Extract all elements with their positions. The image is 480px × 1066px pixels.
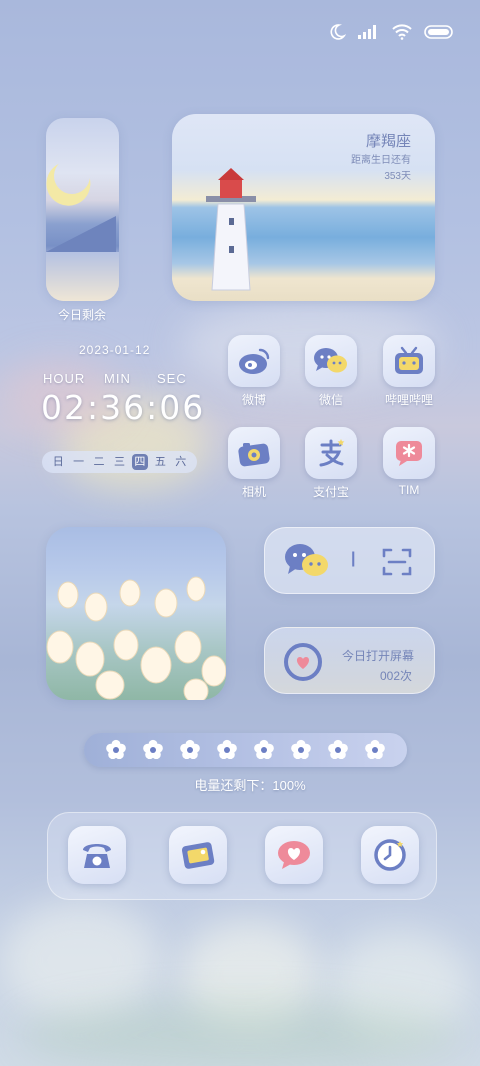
- tim-label: TIM: [398, 483, 420, 497]
- flower-icon: [217, 739, 237, 760]
- clock-time: 02:36:06: [41, 388, 206, 427]
- wechat-scan-widget[interactable]: |: [264, 527, 435, 594]
- weekday-mon: 一: [73, 456, 85, 468]
- sec-label: SEC: [157, 371, 187, 386]
- tim-icon: [396, 441, 422, 466]
- clock-icon: [374, 839, 406, 871]
- wechat-label: 微信: [318, 393, 343, 407]
- signal-icon: [358, 25, 380, 39]
- phone-icon: [83, 844, 111, 868]
- weibo-icon: [239, 348, 270, 374]
- weekday-fri: 五: [154, 456, 166, 468]
- wifi-icon: [392, 24, 412, 40]
- weekday-tue: 二: [93, 456, 105, 468]
- countdown-label: 今日剩余: [57, 308, 106, 322]
- screen-counter-count: 002次: [379, 669, 412, 683]
- moon-countdown-widget[interactable]: [46, 118, 119, 301]
- sign-title: 摩羯座: [365, 133, 411, 150]
- battery-flower-bar: [84, 733, 407, 767]
- moon-illustration: [49, 153, 95, 199]
- wechat-icon: [314, 348, 347, 373]
- heart-message-icon: [278, 841, 310, 869]
- bg-flowers-1: [0, 900, 160, 1020]
- lighthouse-widget[interactable]: 摩羯座 距离生日还有 353天: [172, 114, 435, 301]
- tim-app[interactable]: [383, 427, 435, 479]
- min-label: MIN: [104, 371, 131, 386]
- tulips-illustration: [46, 576, 226, 700]
- bilibili-app[interactable]: [383, 335, 435, 387]
- flower-icon: [327, 739, 348, 760]
- scan-icon[interactable]: [381, 546, 413, 578]
- weekday-sat: 六: [175, 456, 187, 468]
- flower-icon: [143, 739, 164, 760]
- flower-icon: [180, 739, 201, 760]
- gallery-icon: [181, 842, 215, 869]
- phone-app[interactable]: [68, 826, 126, 884]
- screen-counter-title: 今日打开屏幕: [341, 649, 414, 663]
- clock-date: 2023-01-12: [79, 343, 151, 357]
- birthday-days: 353天: [384, 171, 411, 182]
- clock-app[interactable]: [361, 826, 419, 884]
- flower-icon: [254, 739, 274, 760]
- flower-icon: [290, 739, 311, 760]
- battery-text: 电量还剩下：100%: [194, 778, 306, 793]
- flower-icon: [106, 739, 127, 760]
- camera-app[interactable]: [228, 427, 280, 479]
- weekday-thu: 四: [131, 454, 148, 470]
- scan-separator: |: [351, 550, 356, 567]
- battery-icon: [424, 25, 454, 39]
- screen-counter-widget[interactable]: 今日打开屏幕 002次: [264, 627, 435, 694]
- alipay-icon: [319, 439, 345, 467]
- heart-message-app[interactable]: [265, 826, 323, 884]
- bg-leaves: [20, 1000, 460, 1066]
- birthday-text: 距离生日还有: [351, 155, 411, 166]
- tulip-photo-widget[interactable]: [46, 527, 226, 700]
- weekday-bar: 日 一 二 三 四 五 六: [42, 451, 197, 473]
- wechat-app[interactable]: [305, 335, 357, 387]
- weekday-sun: 日: [52, 456, 64, 468]
- camera-label: 相机: [241, 485, 266, 499]
- wechat-shortcut-icon[interactable]: [283, 541, 331, 581]
- mountain-illustration: [46, 216, 116, 252]
- sea-illustration: [46, 252, 119, 301]
- moon-icon: [328, 23, 346, 41]
- heart-circle-icon: [284, 643, 322, 681]
- hour-label: HOUR: [43, 371, 86, 386]
- gallery-app[interactable]: [169, 826, 227, 884]
- alipay-label: 支付宝: [312, 485, 349, 499]
- bilibili-label: 哔哩哔哩: [384, 393, 433, 407]
- camera-icon: [238, 443, 270, 467]
- weekday-wed: 三: [113, 456, 125, 468]
- weibo-label: 微博: [241, 393, 266, 407]
- lighthouse-illustration: [206, 168, 256, 291]
- status-bar: [328, 18, 454, 46]
- weibo-app[interactable]: [228, 335, 280, 387]
- flower-icon: [364, 739, 385, 760]
- alipay-app[interactable]: [305, 427, 357, 479]
- bilibili-icon: [395, 346, 423, 374]
